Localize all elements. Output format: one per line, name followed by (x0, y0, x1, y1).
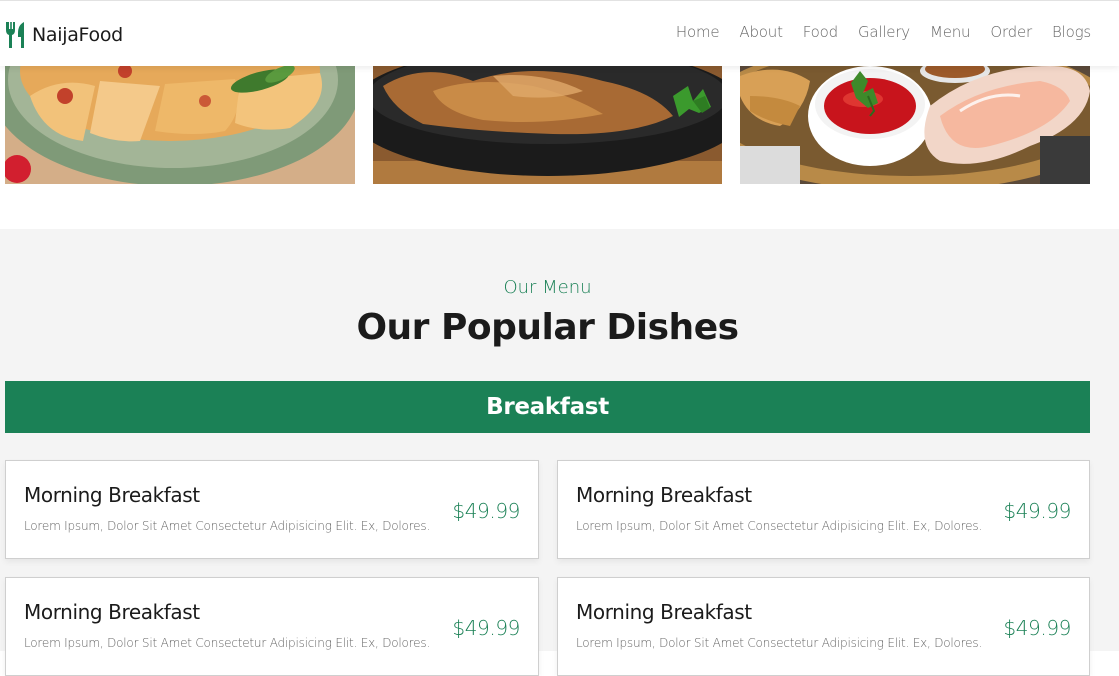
dish-description: Lorem Ipsum, Dolor Sit Amet Consectetur … (576, 636, 983, 650)
dish-card[interactable]: Morning Breakfast Lorem Ipsum, Dolor Sit… (5, 460, 539, 559)
dish-name: Morning Breakfast (576, 483, 752, 507)
dish-name: Morning Breakfast (576, 600, 752, 624)
dish-price: $49.99 (452, 499, 520, 523)
dish-name: Morning Breakfast (24, 483, 200, 507)
nav-food[interactable]: Food (803, 23, 838, 41)
dish-name: Morning Breakfast (24, 600, 200, 624)
utensils-icon (5, 22, 25, 48)
nav-menu[interactable]: Menu (930, 23, 971, 41)
dish-card[interactable]: Morning Breakfast Lorem Ipsum, Dolor Sit… (557, 577, 1090, 676)
nav-gallery[interactable]: Gallery (858, 23, 910, 41)
nav-home[interactable]: Home (676, 23, 720, 41)
food-gallery (0, 66, 1119, 184)
site-header: NaijaFood Home About Food Gallery Menu O… (0, 0, 1119, 66)
pizza-photo (5, 66, 355, 184)
dish-price: $49.99 (1003, 499, 1071, 523)
dish-description: Lorem Ipsum, Dolor Sit Amet Consectetur … (24, 519, 431, 533)
dish-price: $49.99 (452, 616, 520, 640)
dish-card[interactable]: Morning Breakfast Lorem Ipsum, Dolor Sit… (557, 460, 1090, 559)
main-nav: Home About Food Gallery Menu Order Blogs (676, 23, 1091, 41)
section-title: Our Popular Dishes (356, 307, 739, 348)
section-subtitle: Our Menu (503, 277, 592, 298)
dish-card[interactable]: Morning Breakfast Lorem Ipsum, Dolor Sit… (5, 577, 539, 676)
menu-section: Our Menu Our Popular Dishes Breakfast Mo… (0, 229, 1119, 676)
brand-name: NaijaFood (32, 24, 123, 46)
dish-description: Lorem Ipsum, Dolor Sit Amet Consectetur … (576, 519, 983, 533)
dish-description: Lorem Ipsum, Dolor Sit Amet Consectetur … (24, 636, 431, 650)
dish-price: $49.99 (1003, 616, 1071, 640)
nav-blogs[interactable]: Blogs (1052, 23, 1091, 41)
nav-about[interactable]: About (739, 23, 783, 41)
brand-logo[interactable]: NaijaFood (5, 21, 123, 49)
category-header: Breakfast (5, 381, 1090, 433)
nav-order[interactable]: Order (990, 23, 1032, 41)
roast-chicken-photo (373, 66, 722, 184)
spring-rolls-photo (740, 66, 1090, 184)
